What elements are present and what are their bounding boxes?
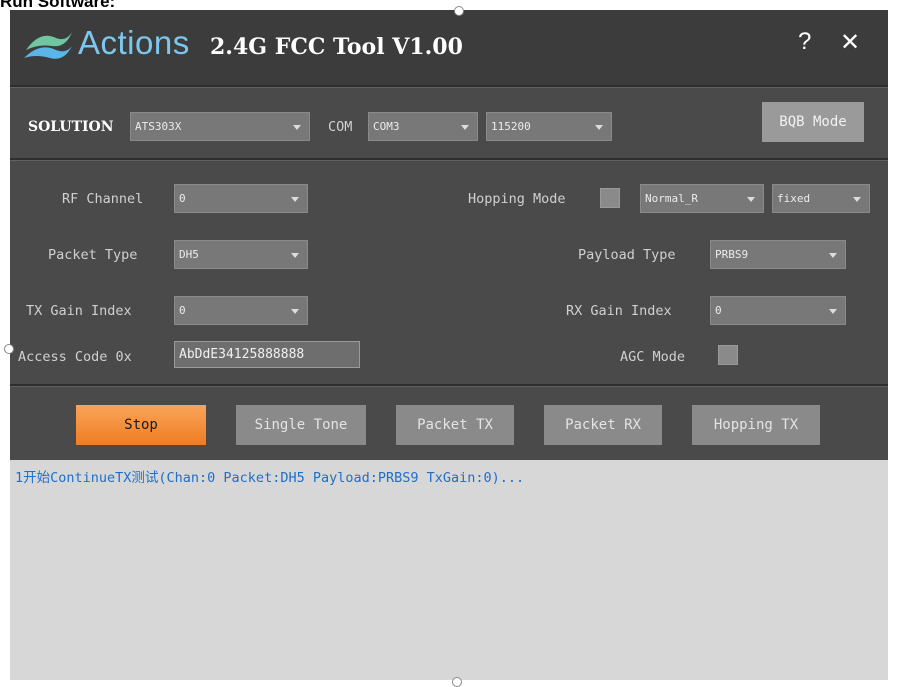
hopping-mode-value: Normal_R	[645, 192, 698, 205]
chevron-down-icon	[829, 253, 837, 258]
app-title: 2.4G FCC Tool V1.00	[210, 34, 463, 60]
agc-mode-label: AGC Mode	[620, 349, 686, 365]
stop-button[interactable]: Stop	[76, 405, 206, 445]
bqb-mode-button[interactable]: BQB Mode	[762, 102, 864, 142]
resize-handle[interactable]	[4, 344, 14, 354]
chevron-down-icon	[291, 253, 299, 258]
com-label: COM	[328, 119, 353, 135]
logo-text: Actions	[78, 24, 190, 61]
close-button[interactable]: ✕	[840, 28, 860, 57]
agc-mode-checkbox[interactable]	[718, 345, 738, 365]
divider	[10, 384, 888, 387]
single-tone-button[interactable]: Single Tone	[236, 405, 366, 445]
fcc-tool-window: Actions 2.4G FCC Tool V1.00 ? ✕ SOLUTION…	[10, 10, 888, 680]
chevron-down-icon	[595, 125, 603, 130]
access-code-label: Access Code 0x	[18, 349, 132, 365]
chevron-down-icon	[829, 309, 837, 314]
packet-type-select[interactable]: DH5	[174, 240, 308, 269]
baud-rate-value: 115200	[491, 120, 531, 133]
chevron-down-icon	[461, 125, 469, 130]
help-button[interactable]: ?	[798, 28, 811, 56]
solution-select[interactable]: ATS303X	[130, 112, 310, 141]
payload-type-select[interactable]: PRBS9	[710, 240, 846, 269]
rx-gain-value: 0	[715, 304, 722, 317]
baud-rate-select[interactable]: 115200	[486, 112, 612, 141]
payload-type-value: PRBS9	[715, 248, 749, 261]
com-port-select[interactable]: COM3	[368, 112, 478, 141]
chevron-down-icon	[291, 309, 299, 314]
tx-gain-label: TX Gain Index	[26, 303, 132, 319]
chevron-down-icon	[291, 197, 299, 202]
com-port-value: COM3	[373, 120, 400, 133]
chevron-down-icon	[853, 197, 861, 202]
chevron-down-icon	[293, 125, 301, 130]
solution-label: SOLUTION	[28, 119, 114, 135]
packet-type-label: Packet Type	[48, 247, 138, 263]
divider	[10, 85, 888, 88]
log-line: 1开始ContinueTX测试(Chan:0 Packet:DH5 Payloa…	[15, 470, 525, 486]
rx-gain-label: RX Gain Index	[566, 303, 672, 319]
hopping-tx-button[interactable]: Hopping TX	[692, 405, 820, 445]
solution-value: ATS303X	[135, 120, 182, 133]
packet-tx-button[interactable]: Packet TX	[396, 405, 514, 445]
hopping-type-value: fixed	[777, 192, 811, 205]
titlebar[interactable]: Actions 2.4G FCC Tool V1.00 ? ✕	[10, 10, 888, 85]
hopping-mode-label: Hopping Mode	[468, 191, 566, 207]
packet-type-value: DH5	[179, 248, 199, 261]
hopping-type-select[interactable]: fixed	[772, 184, 870, 213]
divider	[10, 158, 888, 161]
resize-handle[interactable]	[452, 677, 462, 687]
payload-type-label: Payload Type	[578, 247, 676, 263]
rx-gain-select[interactable]: 0	[710, 296, 846, 325]
access-code-field[interactable]: AbDdE34125888888	[174, 341, 360, 368]
hopping-mode-checkbox[interactable]	[600, 188, 620, 208]
packet-rx-button[interactable]: Packet RX	[544, 405, 662, 445]
actions-logo-icon	[24, 32, 72, 59]
log-output[interactable]: 1开始ContinueTX测试(Chan:0 Packet:DH5 Payloa…	[10, 460, 888, 680]
chevron-down-icon	[747, 197, 755, 202]
rf-channel-value: 0	[179, 192, 186, 205]
tx-gain-value: 0	[179, 304, 186, 317]
tx-gain-select[interactable]: 0	[174, 296, 308, 325]
rf-channel-label: RF Channel	[62, 191, 144, 207]
resize-handle[interactable]	[454, 6, 464, 16]
rf-channel-select[interactable]: 0	[174, 184, 308, 213]
hopping-mode-select[interactable]: Normal_R	[640, 184, 764, 213]
